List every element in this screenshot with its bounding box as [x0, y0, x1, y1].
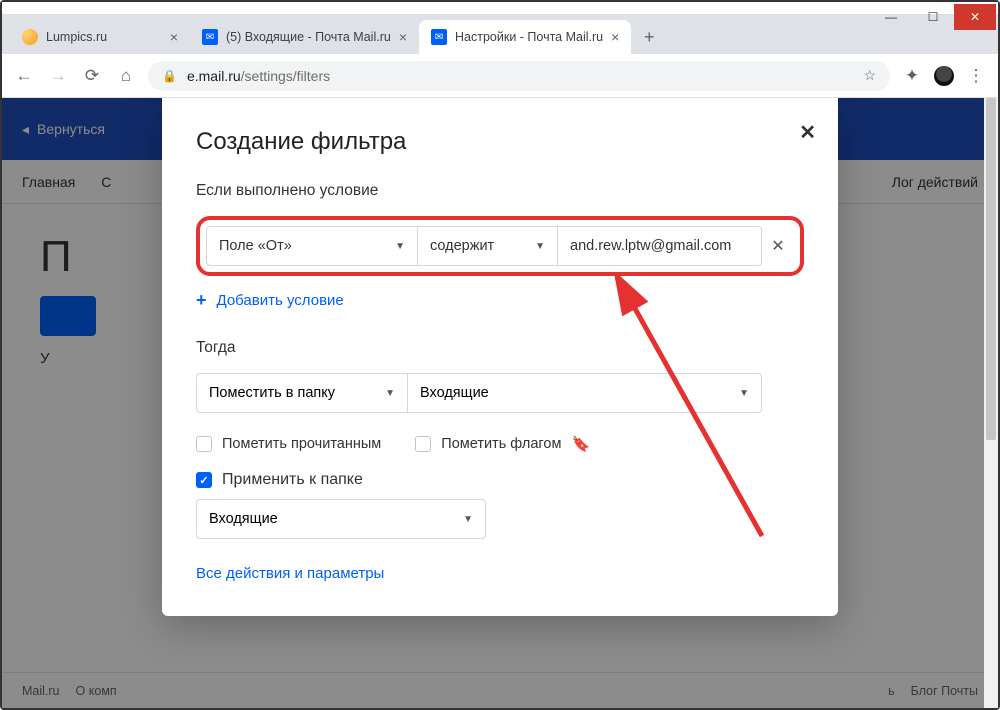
action-checks: Пометить прочитанным Пометить флагом 🔖 — [196, 435, 804, 453]
favicon-icon — [22, 29, 38, 45]
input-value: and.rew.lptw@gmail.com — [570, 238, 731, 254]
then-header: Тогда — [196, 339, 804, 357]
checkbox-icon — [415, 436, 431, 452]
url-path: /settings/filters — [241, 68, 330, 84]
nav-forward-icon[interactable]: → — [46, 66, 70, 86]
bookmark-star-icon[interactable]: ☆ — [863, 67, 876, 84]
chevron-down-icon: ▼ — [739, 388, 749, 399]
select-value: Поле «От» — [219, 238, 292, 254]
browser-tab-1[interactable]: (5) Входящие - Почта Mail.ru × — [190, 20, 419, 54]
chevron-down-icon: ▼ — [463, 514, 473, 525]
add-condition-button[interactable]: + Добавить условие — [196, 290, 804, 311]
action-select[interactable]: Поместить в папку ▼ — [196, 373, 408, 413]
url-text: e.mail.ru/settings/filters — [187, 68, 853, 84]
chevron-down-icon: ▼ — [395, 241, 405, 252]
add-condition-label: Добавить условие — [217, 292, 344, 309]
favicon-icon — [202, 29, 218, 45]
window-titlebar — [2, 2, 998, 14]
tab-title: (5) Входящие - Почта Mail.ru — [226, 30, 391, 44]
nav-reload-icon[interactable]: ⟳ — [80, 66, 104, 86]
plus-icon: + — [196, 290, 207, 311]
browser-menu-icon[interactable]: ⋮ — [964, 66, 988, 86]
check-mark-read[interactable]: Пометить прочитанным — [196, 436, 381, 452]
check-label: Пометить флагом — [441, 436, 561, 452]
address-bar: ← → ⟳ ⌂ 🔒 e.mail.ru/settings/filters ☆ ✦… — [2, 54, 998, 98]
tab-close-icon[interactable]: × — [611, 29, 619, 45]
select-value: Входящие — [209, 511, 278, 527]
select-value: Поместить в папку — [209, 385, 335, 401]
nav-home-icon[interactable]: ⌂ — [114, 66, 138, 86]
profile-avatar[interactable] — [934, 66, 954, 86]
nav-back-icon[interactable]: ← — [12, 66, 36, 86]
action-row: Поместить в папку ▼ Входящие ▼ — [196, 373, 762, 413]
chevron-down-icon: ▼ — [535, 241, 545, 252]
condition-remove-button[interactable]: ✕ — [762, 226, 794, 266]
tab-title: Lumpics.ru — [46, 30, 162, 44]
all-actions-link[interactable]: Все действия и параметры — [196, 565, 804, 582]
new-tab-button[interactable]: + — [635, 23, 663, 51]
create-filter-modal: ✕ Создание фильтра Если выполнено услови… — [162, 98, 838, 616]
tab-title: Настройки - Почта Mail.ru — [455, 30, 603, 44]
check-label: Пометить прочитанным — [222, 436, 381, 452]
condition-field-select[interactable]: Поле «От» ▼ — [206, 226, 418, 266]
url-host: e.mail.ru — [187, 68, 241, 84]
tab-close-icon[interactable]: × — [399, 29, 407, 45]
browser-tab-0[interactable]: Lumpics.ru × — [10, 20, 190, 54]
apply-folder-select[interactable]: Входящие ▼ — [196, 499, 486, 539]
check-label: Применить к папке — [222, 471, 363, 489]
page-scrollbar[interactable] — [984, 98, 998, 708]
tab-close-icon[interactable]: × — [170, 29, 178, 45]
check-apply-folder[interactable]: Применить к папке — [196, 471, 804, 489]
window-minimize[interactable]: — — [870, 4, 912, 30]
condition-operator-select[interactable]: содержит ▼ — [418, 226, 558, 266]
tab-strip: Lumpics.ru × (5) Входящие - Почта Mail.r… — [2, 14, 998, 54]
select-value: содержит — [430, 238, 494, 254]
url-input[interactable]: 🔒 e.mail.ru/settings/filters ☆ — [148, 61, 890, 91]
condition-header: Если выполнено условие — [196, 182, 804, 200]
modal-close-button[interactable]: ✕ — [799, 120, 816, 145]
condition-row: Поле «От» ▼ содержит ▼ and.rew.lptw@gmai… — [196, 216, 804, 276]
action-folder-select[interactable]: Входящие ▼ — [408, 373, 762, 413]
modal-overlay[interactable]: ✕ Создание фильтра Если выполнено услови… — [2, 98, 998, 708]
modal-title: Создание фильтра — [196, 128, 804, 156]
favicon-icon — [431, 29, 447, 45]
page-viewport: ◂ Вернуться Главная С Лог действий П У M… — [2, 98, 998, 708]
window-maximize[interactable]: ☐ — [912, 4, 954, 30]
checkbox-checked-icon — [196, 472, 212, 488]
scrollbar-thumb[interactable] — [986, 98, 996, 440]
checkbox-icon — [196, 436, 212, 452]
browser-tab-2[interactable]: Настройки - Почта Mail.ru × — [419, 20, 631, 54]
condition-value-input[interactable]: and.rew.lptw@gmail.com — [558, 226, 762, 266]
chevron-down-icon: ▼ — [385, 388, 395, 399]
lock-icon: 🔒 — [162, 69, 177, 83]
extensions-icon[interactable]: ✦ — [900, 66, 924, 86]
flag-icon: 🔖 — [571, 435, 590, 453]
check-mark-flag[interactable]: Пометить флагом 🔖 — [415, 435, 590, 453]
select-value: Входящие — [420, 385, 489, 401]
window-close[interactable]: ✕ — [954, 4, 996, 30]
